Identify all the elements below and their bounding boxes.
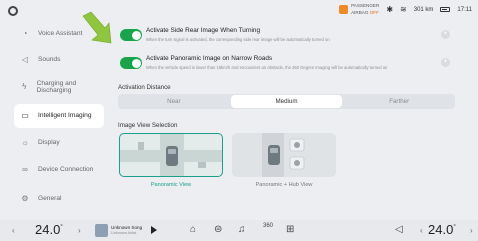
chevron-left-icon[interactable]: ‹ (420, 226, 423, 235)
sidebar-item-label: General (38, 195, 62, 203)
panoramic-preview-icon (120, 134, 222, 176)
album-art[interactable] (95, 224, 108, 237)
side-rear-image-description: When the turn signal is activated, the c… (146, 37, 330, 42)
passenger-airbag-indicator: PASSENGER AIRBAG OFF (339, 3, 379, 16)
sidebar-item-charging[interactable]: ϟ Charging and Discharging (16, 75, 102, 99)
info-icon[interactable]: + (441, 58, 450, 67)
song-artist: Unknown Artist (111, 231, 137, 235)
home-icon[interactable] (8, 6, 18, 16)
camera-icon: ▭ (21, 111, 29, 121)
sidebar-item-general[interactable]: ⚙ General (16, 187, 102, 211)
play-icon[interactable] (151, 226, 157, 234)
narrow-roads-setting: Activate Panoramic Image on Narrow Roads… (118, 52, 458, 76)
side-rear-image-setting: Activate Side Rear Image When Turning Wh… (118, 24, 458, 48)
sidebar-item-sounds[interactable]: ◁ Sounds (16, 48, 102, 72)
degree-symbol: ° (453, 224, 456, 231)
sidebar-item-device-connection[interactable]: ∞ Device Connection (16, 158, 102, 182)
image-view-label: Image View Selection (118, 122, 178, 129)
panoramic-hub-view-caption: Panoramic + Hub View (255, 182, 313, 188)
airbag-prefix: AIRBAG (351, 9, 369, 15)
camera-360-button[interactable]: 360 (263, 223, 273, 229)
side-rear-image-toggle[interactable] (120, 29, 142, 41)
airbag-state: OFF (369, 9, 379, 15)
bluetooth-icon: ✱ (386, 5, 394, 14)
bottom-dock: ‹ 24.0° › Unknown Song Unknown Artist ⌂ … (0, 220, 478, 241)
home-icon[interactable]: ⌂ (190, 224, 196, 235)
airbag-icon (339, 5, 349, 14)
sidebar-item-label: Device Connection (38, 166, 94, 174)
gear-icon: ⚙ (21, 194, 29, 204)
apps-grid-icon[interactable]: ⊞ (286, 224, 294, 235)
degree-symbol: ° (60, 224, 63, 231)
sidebar-item-display[interactable]: ☼ Display (16, 131, 102, 155)
chevron-right-icon[interactable]: › (78, 226, 81, 235)
plug-icon: ϟ (22, 82, 27, 92)
info-icon[interactable]: + (441, 30, 450, 39)
battery-icon (440, 7, 451, 12)
sidebar-item-label: Intelligent Imaging (38, 112, 92, 120)
right-temperature[interactable]: 24.0° (428, 222, 456, 237)
music-icon[interactable]: ♫ (238, 224, 246, 235)
narrow-roads-title: Activate Panoramic Image on Narrow Roads (146, 55, 273, 62)
panoramic-view-caption: Panoramic View (150, 182, 192, 188)
distance-option-farther[interactable]: Farther (343, 94, 455, 109)
sidebar-item-intelligent-imaging[interactable]: ▭ Intelligent Imaging (14, 104, 104, 128)
panoramic-view-card[interactable] (119, 133, 223, 177)
car-settings-screen: PASSENGER AIRBAG OFF ✱ ≋ 301 km 17:11 ◔ … (0, 0, 478, 241)
narrow-roads-toggle[interactable] (120, 57, 142, 69)
distance-option-medium[interactable]: Medium (230, 95, 343, 108)
clock: 17:11 (457, 6, 472, 13)
activation-distance-selector: Near Medium Farther (118, 94, 455, 109)
chevron-right-icon[interactable]: › (470, 226, 473, 235)
song-title: Unknown Song (111, 225, 143, 230)
panoramic-hub-preview-icon (262, 133, 305, 177)
sidebar-item-label: Sounds (38, 56, 61, 64)
voice-icon: ◔ (22, 29, 28, 39)
volume-icon[interactable]: ◁ (395, 224, 403, 235)
sidebar-item-label: Voice Assistant (38, 30, 83, 38)
right-temperature-value: 24.0 (428, 222, 454, 237)
sidebar-item-label: Display (38, 139, 60, 147)
sidebar-item-label: Charging and Discharging (36, 79, 77, 95)
left-temperature[interactable]: 24.0° (35, 222, 63, 237)
speaker-icon: ◁ (21, 55, 29, 65)
wifi-icon: ≋ (400, 5, 407, 14)
panoramic-hub-view-card[interactable] (232, 133, 336, 177)
range-readout: 301 km (413, 6, 434, 13)
status-indicators: PASSENGER AIRBAG OFF ✱ ≋ 301 km 17:11 (339, 3, 472, 16)
brightness-icon: ☼ (21, 138, 29, 148)
activation-distance-label: Activation Distance (118, 84, 171, 91)
side-rear-image-title: Activate Side Rear Image When Turning (146, 27, 261, 34)
link-icon: ∞ (22, 165, 28, 175)
settings-sidebar: ◔ Voice Assistant ◁ Sounds ϟ Charging an… (0, 18, 108, 218)
highlight-arrow-icon (82, 11, 112, 44)
chevron-left-icon[interactable]: ‹ (12, 226, 15, 235)
car-icon[interactable]: ⊜ (214, 224, 222, 235)
narrow-roads-description: When the vehicle speed is lower than 15k… (146, 65, 388, 70)
left-temperature-value: 24.0 (35, 222, 61, 237)
distance-option-near[interactable]: Near (118, 94, 230, 109)
